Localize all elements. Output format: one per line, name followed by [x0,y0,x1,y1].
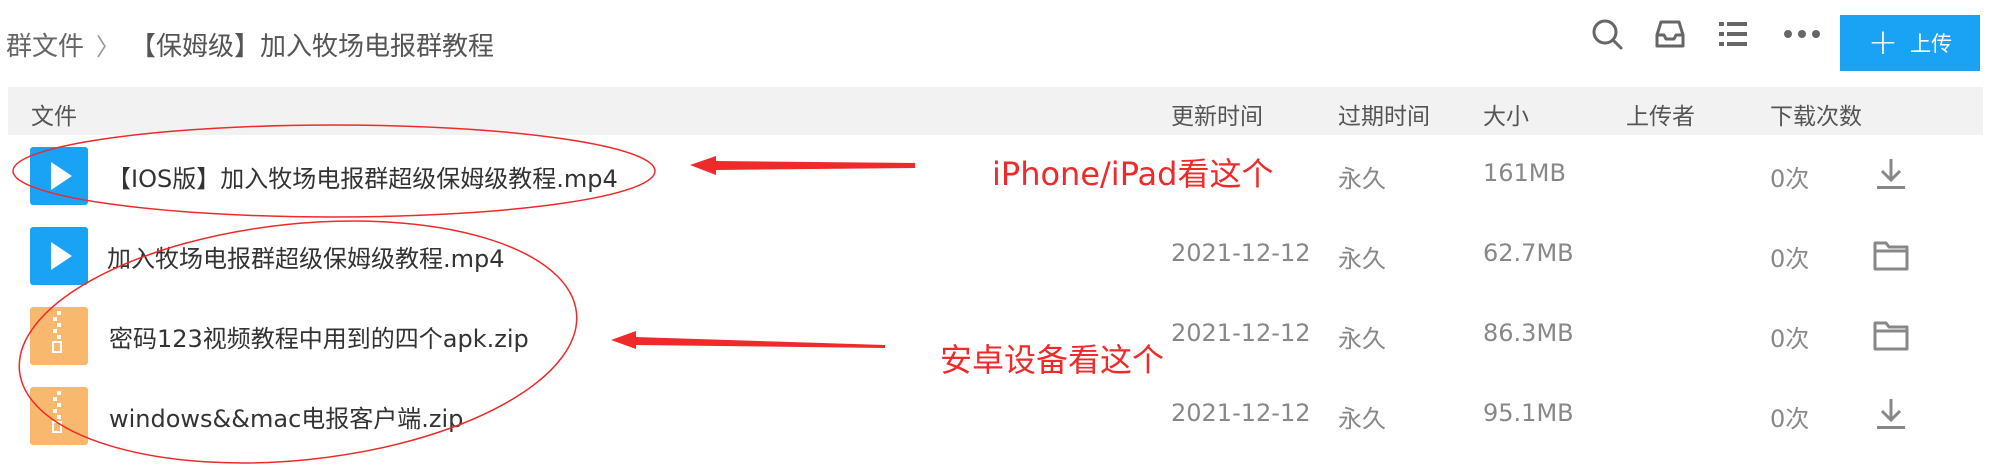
breadcrumb-root[interactable]: 群文件 [6,26,84,63]
col-downloads[interactable]: 下载次数 [1770,97,1862,131]
folder-icon[interactable] [1871,315,1911,355]
col-file[interactable]: 文件 [31,97,77,131]
file-name[interactable]: windows&&mac电报客户端.zip [109,399,463,434]
col-size[interactable]: 大小 [1483,97,1529,131]
annotation-android: 安卓设备看这个 [940,341,1165,379]
col-updated[interactable]: 更新时间 [1171,97,1263,131]
file-expires: 永久 [1338,405,1386,433]
file-updated: 2021-12-12 [1171,239,1311,267]
table-row[interactable]: windows&&mac电报客户端.zip 2021-12-12 永久 95.1… [8,375,1983,455]
file-updated: 2021-12-12 [1171,319,1311,347]
upload-label: 上传 [1910,32,1953,56]
video-file-icon [30,147,88,205]
folder-icon[interactable] [1871,235,1911,275]
file-downloads: 0次 [1770,325,1810,353]
file-name[interactable]: 密码123视频教程中用到的四个apk.zip [109,319,529,354]
file-expires: 永久 [1338,325,1386,353]
file-size: 161MB [1483,159,1566,187]
file-size: 95.1MB [1483,399,1574,427]
inbox-icon[interactable] [1650,14,1690,54]
file-name[interactable]: 【IOS版】加入牧场电报群超级保姆级教程.mp4 [107,159,618,194]
plus-icon: + [1867,22,1899,63]
breadcrumb: 群文件 〉 【保姆级】加入牧场电报群教程 [6,24,494,64]
table-header: 文件 更新时间 过期时间 大小 上传者 下载次数 [8,87,1983,135]
zip-file-icon [30,387,88,445]
file-downloads: 0次 [1770,165,1810,193]
file-downloads: 0次 [1770,405,1810,433]
download-icon[interactable] [1871,395,1911,435]
download-icon[interactable] [1871,155,1911,195]
table-row[interactable]: 加入牧场电报群超级保姆级教程.mp4 2021-12-12 永久 62.7MB … [8,215,1983,295]
file-updated: 2021-12-12 [1171,399,1311,427]
upload-button[interactable]: + 上传 [1840,15,1980,71]
file-expires: 永久 [1338,245,1386,273]
breadcrumb-separator: 〉 [96,32,121,61]
annotation-ios: iPhone/iPad看这个 [992,155,1274,193]
file-name[interactable]: 加入牧场电报群超级保姆级教程.mp4 [107,239,505,274]
more-icon[interactable] [1782,14,1822,54]
file-size: 86.3MB [1483,319,1574,347]
col-uploader[interactable]: 上传者 [1626,97,1695,131]
video-file-icon [30,227,88,285]
file-expires: 永久 [1338,165,1386,193]
list-view-icon[interactable] [1713,14,1753,54]
file-size: 62.7MB [1483,239,1574,267]
search-icon[interactable] [1587,14,1627,54]
col-expires[interactable]: 过期时间 [1338,97,1430,131]
file-downloads: 0次 [1770,245,1810,273]
breadcrumb-current: 【保姆级】加入牧场电报群教程 [130,31,495,62]
zip-file-icon [30,307,88,365]
